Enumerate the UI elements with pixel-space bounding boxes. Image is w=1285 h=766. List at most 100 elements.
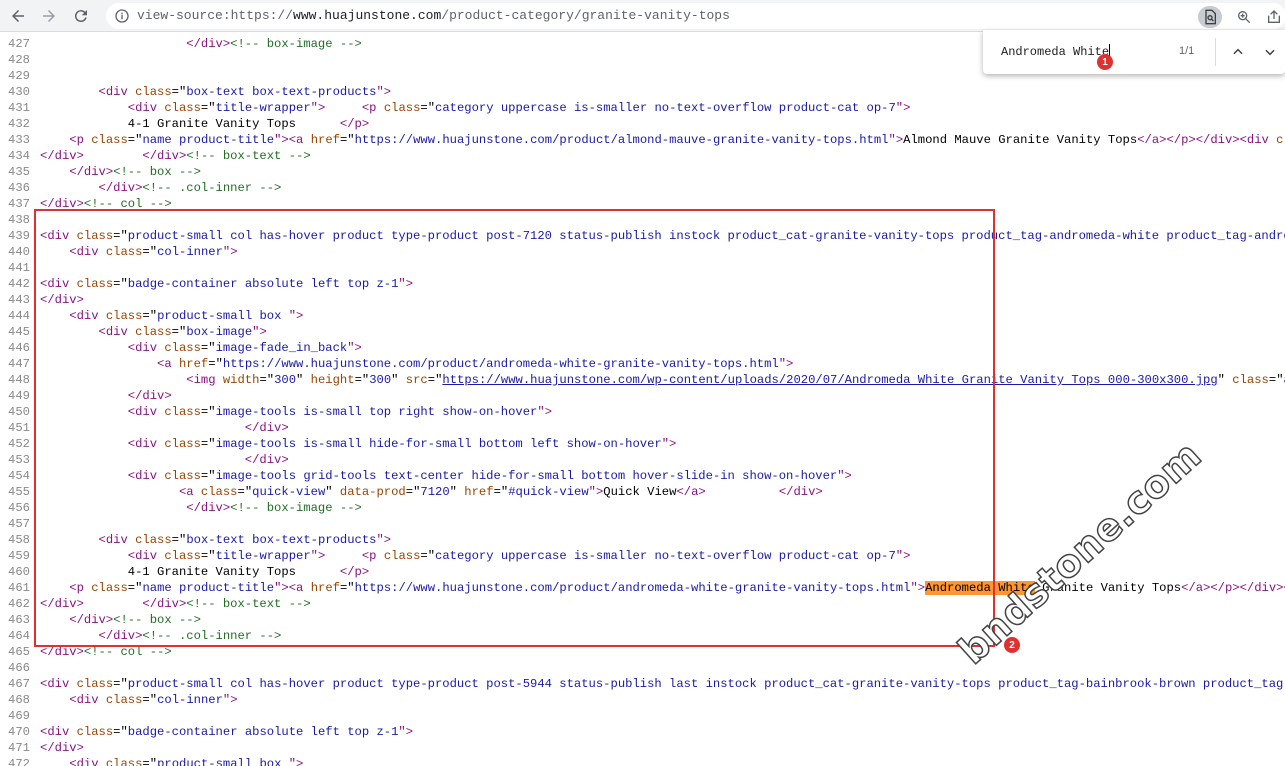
line-number: 440 bbox=[8, 245, 30, 259]
line-number: 435 bbox=[8, 165, 30, 179]
line-number: 447 bbox=[8, 357, 30, 371]
line-number: 472 bbox=[8, 757, 30, 766]
line-number: 444 bbox=[8, 309, 30, 323]
line-number: 464 bbox=[8, 629, 30, 643]
code-token: class bbox=[1276, 133, 1285, 147]
code-token: <div bbox=[69, 757, 106, 766]
line-number: 451 bbox=[8, 421, 30, 435]
code-token: https://www.huajunstone.com/product/almo… bbox=[354, 133, 889, 147]
code-token: product-small box bbox=[157, 757, 289, 766]
code-token: </p> bbox=[339, 117, 370, 131]
line-number: 438 bbox=[8, 213, 30, 227]
line-number: 431 bbox=[8, 101, 30, 115]
highlight-rectangle-annotation bbox=[34, 209, 995, 647]
zoom-button[interactable] bbox=[1232, 6, 1256, 28]
line-number: 434 bbox=[8, 149, 30, 163]
source-line: 435 </div><!-- box --> bbox=[0, 164, 1285, 180]
reload-button[interactable] bbox=[69, 4, 93, 28]
arrow-left-icon bbox=[12, 10, 24, 22]
line-number: 465 bbox=[8, 645, 30, 659]
share-button[interactable] bbox=[1262, 6, 1285, 28]
arrow-right-icon bbox=[43, 10, 55, 22]
line-number: 456 bbox=[8, 501, 30, 515]
back-button[interactable] bbox=[6, 4, 30, 28]
code-token: =" bbox=[127, 133, 143, 147]
find-previous-button[interactable] bbox=[1227, 41, 1249, 63]
code-token: " bbox=[1217, 373, 1233, 387]
code-token: "> bbox=[274, 133, 289, 147]
code-token: <!-- box-text --> bbox=[186, 149, 311, 163]
code-token: "> bbox=[888, 133, 904, 147]
code-token: "> bbox=[222, 693, 238, 707]
code-token: </a></p></div> bbox=[1181, 581, 1284, 595]
code-token: <!-- col --> bbox=[83, 645, 172, 659]
source-line: 470 <div class="badge-container absolute … bbox=[0, 724, 1285, 740]
code-token: </div> bbox=[69, 165, 114, 179]
code-token: class bbox=[91, 133, 128, 147]
find-next-button[interactable] bbox=[1259, 41, 1281, 63]
chevron-down-icon bbox=[1265, 49, 1275, 56]
zoom-icon bbox=[1238, 11, 1251, 24]
code-token: product-small col has-hover product type… bbox=[127, 677, 1285, 691]
code-token: </div> bbox=[40, 741, 84, 755]
line-number: 468 bbox=[8, 693, 30, 707]
line-number: 449 bbox=[8, 389, 30, 403]
code-token: </div> bbox=[98, 181, 143, 195]
line-number: 460 bbox=[8, 565, 30, 579]
source-line: 436 </div><!-- .col-inner --> bbox=[0, 180, 1285, 196]
line-number: 433 bbox=[8, 133, 30, 147]
code-token: </div> bbox=[142, 149, 187, 163]
source-line: 434 </div> </div><!-- box-text --> bbox=[0, 148, 1285, 164]
address-bar[interactable]: view-source:https://www.huajunstone.com/… bbox=[106, 3, 1285, 29]
forward-button[interactable] bbox=[37, 4, 61, 28]
line-number: 461 bbox=[8, 581, 30, 595]
reload-icon bbox=[74, 10, 87, 23]
source-line: 472 <div class="product-small box "> bbox=[0, 756, 1285, 766]
line-number: 459 bbox=[8, 549, 30, 563]
line-number: 439 bbox=[8, 229, 30, 243]
code-token: =" bbox=[113, 677, 128, 691]
code-token: =" bbox=[1268, 373, 1284, 387]
code-token: badge-container absolute left top z-1 bbox=[127, 725, 399, 739]
code-token: 4-1 Granite Vanity Tops bbox=[40, 117, 340, 131]
code-token: "> bbox=[288, 757, 304, 766]
code-token: <!-- box --> bbox=[113, 165, 201, 179]
line-code: </div><!-- box --> bbox=[40, 164, 201, 180]
code-token: =" bbox=[171, 85, 187, 99]
code-token: title-wrapper bbox=[215, 101, 311, 115]
code-token: <a bbox=[288, 133, 311, 147]
code-token: <div bbox=[98, 85, 136, 99]
chevron-up-icon bbox=[1233, 48, 1243, 55]
code-token: "> bbox=[310, 101, 326, 115]
find-in-page-button[interactable] bbox=[1198, 6, 1222, 28]
line-number: 471 bbox=[8, 741, 30, 755]
line-number: 450 bbox=[8, 405, 30, 419]
line-number: 437 bbox=[8, 197, 30, 211]
info-icon[interactable] bbox=[114, 8, 130, 24]
code-token: =" bbox=[339, 133, 355, 147]
line-code: <div class="product-small box "> bbox=[40, 756, 303, 766]
line-code: <div class="badge-container absolute lef… bbox=[40, 724, 413, 740]
code-token: <div bbox=[127, 101, 165, 115]
line-number: 452 bbox=[8, 437, 30, 451]
code-token: class bbox=[383, 101, 421, 115]
line-code: </div> </div><!-- box-text --> bbox=[40, 148, 311, 164]
code-token: =" bbox=[142, 757, 158, 766]
line-number: 441 bbox=[8, 261, 30, 275]
line-code: </div><!-- box-image --> bbox=[40, 36, 362, 52]
code-token: "> bbox=[398, 725, 414, 739]
annotation-marker-1: 1 bbox=[1097, 54, 1113, 70]
source-line: 468 <div class="col-inner"> bbox=[0, 692, 1285, 708]
line-number: 429 bbox=[8, 69, 30, 83]
find-input[interactable]: Andromeda White bbox=[1001, 44, 1111, 59]
code-token: <div bbox=[1239, 133, 1277, 147]
line-number: 446 bbox=[8, 341, 30, 355]
line-number: 469 bbox=[8, 709, 30, 723]
